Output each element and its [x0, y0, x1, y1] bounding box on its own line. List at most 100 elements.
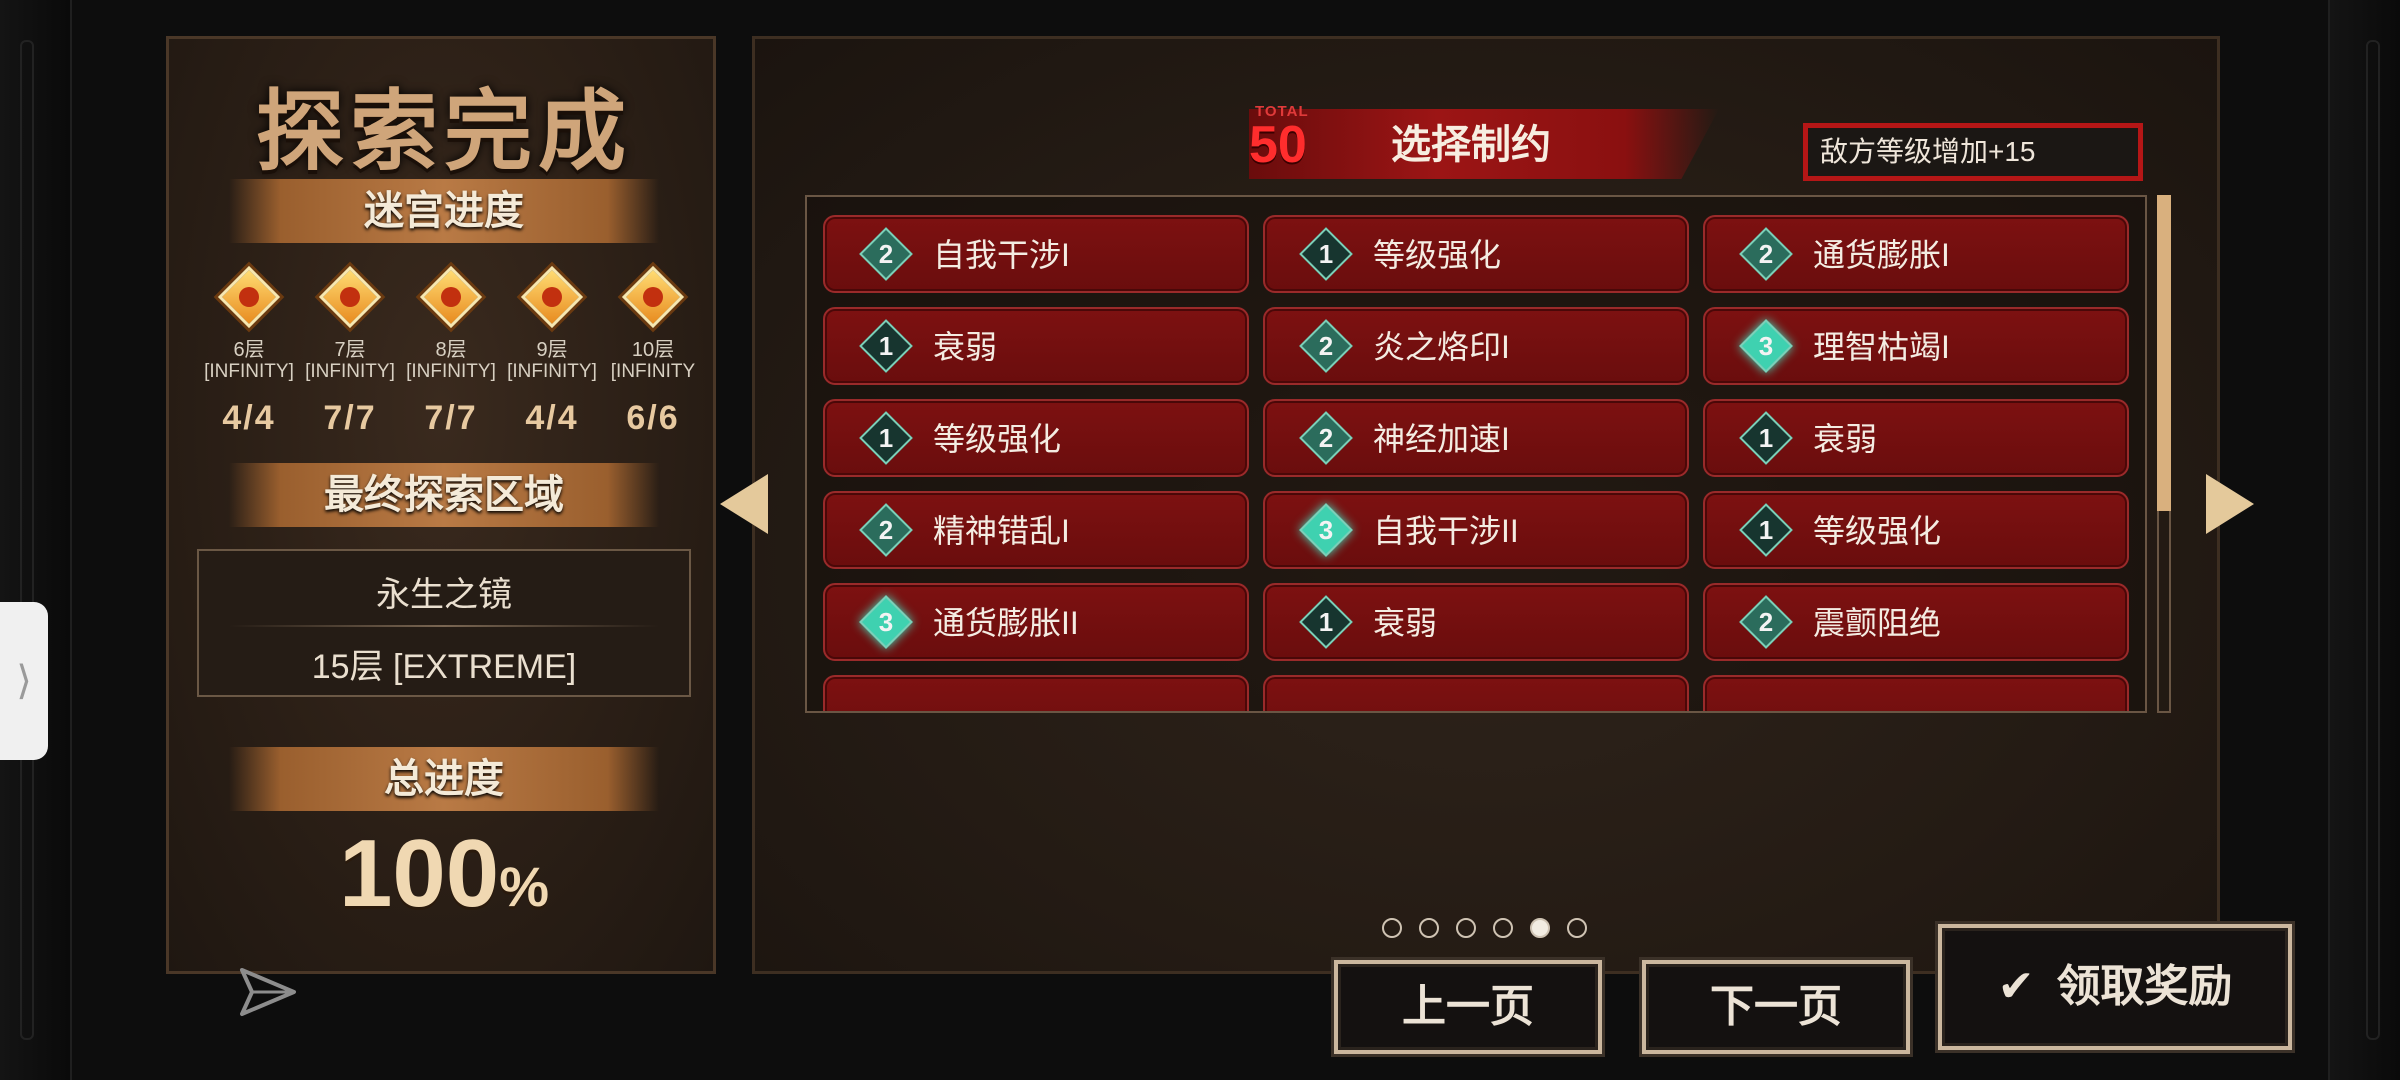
constraint-title: 选择制约 [1391, 123, 1551, 167]
total-progress-number: 100 [339, 820, 500, 927]
constraint-level: 2 [878, 515, 894, 545]
constraint-name: 等级强化 [933, 421, 1062, 457]
side-drawer-tab[interactable]: ⟩ [0, 602, 48, 760]
scrollbar-thumb[interactable] [2157, 195, 2171, 511]
chevron-right-icon: ⟩ [16, 659, 32, 703]
constraint-card[interactable]: 1 衰弱 [1703, 399, 2129, 477]
floor-count: 4/4 [525, 399, 579, 437]
final-area-name: 永生之镜 [376, 576, 512, 614]
constraint-name: 炎之烙印I [1373, 329, 1510, 365]
constraint-name: 衰弱 [933, 329, 998, 365]
floor-difficulty: [INFINITY] [204, 361, 294, 382]
claim-reward-label: 领取奖励 [2056, 962, 2233, 1011]
send-icon[interactable] [236, 960, 300, 1024]
arrow-right-icon[interactable] [2206, 474, 2254, 534]
constraint-level: 1 [1758, 515, 1774, 545]
final-area-header: 最终探索区域 [229, 463, 659, 527]
arrow-left-icon[interactable] [720, 474, 768, 534]
constraint-name: 衰弱 [1813, 421, 1878, 457]
constraint-level: 1 [1318, 239, 1334, 269]
constraint-card[interactable]: 2 通货膨胀I [1703, 215, 2129, 293]
floor-badge: 8层 [INFINITY] 7/7 [401, 261, 501, 438]
constraint-level: 3 [1758, 331, 1774, 361]
constraint-card-partial[interactable] [1703, 675, 2129, 711]
page-indicator [1382, 918, 1592, 946]
floor-badge: 6层 [INFINITY] 4/4 [199, 261, 299, 438]
floor-badges: 6层 [INFINITY] 4/4 7层 [INFINITY] 7/7 8层 [… [199, 261, 695, 461]
next-page-button[interactable]: 下一页 [1642, 960, 1910, 1054]
constraint-level: 3 [878, 607, 894, 637]
constraint-list[interactable]: 2 自我干涉I 1 等级强化 2 通货膨胀I 1 衰弱 2 炎之烙印I 3 理智… [805, 195, 2147, 713]
floor-difficulty: [INFINITY] [305, 361, 395, 382]
floor-label: 8层 [435, 339, 467, 361]
constraint-name: 衰弱 [1373, 605, 1438, 641]
floor-count: 4/4 [222, 399, 276, 437]
floor-label: 9层 [536, 339, 568, 361]
page-dot [1419, 918, 1439, 938]
constraint-panel: TOTAL 50 选择制约 敌方等级增加+15 2 自我干涉I 1 等级强化 2… [752, 36, 2220, 974]
clear-medal-icon [217, 265, 281, 329]
constraint-level: 1 [878, 423, 894, 453]
constraint-level: 1 [1758, 423, 1774, 453]
floor-badge: 7层 [INFINITY] 7/7 [300, 261, 400, 438]
constraint-card-partial[interactable] [823, 675, 1249, 711]
page-dot [1530, 918, 1550, 938]
constraint-level: 2 [878, 239, 894, 269]
constraint-level: 2 [1758, 607, 1774, 637]
page-dot [1493, 918, 1513, 938]
constraint-level: 1 [878, 331, 894, 361]
constraint-card[interactable]: 3 理智枯竭I [1703, 307, 2129, 385]
constraint-card[interactable]: 3 自我干涉II [1263, 491, 1689, 569]
constraint-card[interactable]: 2 震颤阻绝 [1703, 583, 2129, 661]
floor-count: 6/6 [626, 399, 680, 437]
constraint-card[interactable]: 2 炎之烙印I [1263, 307, 1689, 385]
constraint-name: 震颤阻绝 [1813, 605, 1942, 641]
clear-medal-icon [419, 265, 483, 329]
clear-medal-icon [318, 265, 382, 329]
constraint-card[interactable]: 1 等级强化 [1703, 491, 2129, 569]
constraint-name: 神经加速I [1373, 421, 1510, 457]
page-dot [1567, 918, 1587, 938]
constraint-card[interactable]: 2 自我干涉I [823, 215, 1249, 293]
constraint-level: 3 [1318, 515, 1334, 545]
constraint-card[interactable]: 1 衰弱 [823, 307, 1249, 385]
frame-left [0, 0, 72, 1080]
floor-count: 7/7 [424, 399, 478, 437]
constraint-name: 等级强化 [1373, 237, 1502, 273]
floor-badge: 10层 [INFINITY 6/6 [603, 261, 703, 438]
constraint-name: 理智枯竭I [1813, 329, 1950, 365]
final-area-floor: 15层 [EXTREME] [311, 648, 577, 686]
constraint-level: 2 [1318, 331, 1334, 361]
constraint-card[interactable]: 1 等级强化 [823, 399, 1249, 477]
constraint-card[interactable]: 3 通货膨胀II [823, 583, 1249, 661]
constraint-card-partial[interactable] [1263, 675, 1689, 711]
constraint-card[interactable]: 1 等级强化 [1263, 215, 1689, 293]
total-progress-value: 100% [169, 819, 719, 929]
constraint-card[interactable]: 2 神经加速I [1263, 399, 1689, 477]
page-dot [1456, 918, 1476, 938]
clear-medal-icon [520, 265, 584, 329]
percent-sign: % [499, 855, 549, 918]
divider [229, 625, 659, 627]
claim-reward-button[interactable]: ✔ 领取奖励 [1938, 924, 2292, 1050]
floor-count: 7/7 [323, 399, 377, 437]
constraint-card[interactable]: 1 衰弱 [1263, 583, 1689, 661]
floor-label: 6层 [233, 339, 265, 361]
frame-right [2328, 0, 2400, 1080]
total-value: 50 [1249, 116, 1307, 174]
effect-summary: 敌方等级增加+15 [1803, 123, 2143, 181]
prev-page-button[interactable]: 上一页 [1334, 960, 1602, 1054]
constraint-level: 2 [1318, 423, 1334, 453]
exploration-summary-panel: 探索完成 迷宫进度 6层 [INFINITY] 4/4 7层 [INFINITY… [166, 36, 716, 974]
constraint-level: 1 [1318, 607, 1334, 637]
constraint-level: 2 [1758, 239, 1774, 269]
check-icon: ✔ [1997, 962, 2035, 1011]
constraint-card[interactable]: 2 精神错乱I [823, 491, 1249, 569]
final-area-box: 永生之镜 15层 [EXTREME] [197, 549, 691, 697]
page-dot [1382, 918, 1402, 938]
constraint-name: 自我干涉I [933, 237, 1070, 273]
panel-title: 探索完成 [255, 82, 632, 181]
maze-progress-header: 迷宫进度 [229, 179, 659, 243]
constraint-name: 等级强化 [1813, 513, 1942, 549]
constraint-name: 通货膨胀I [1813, 237, 1950, 273]
